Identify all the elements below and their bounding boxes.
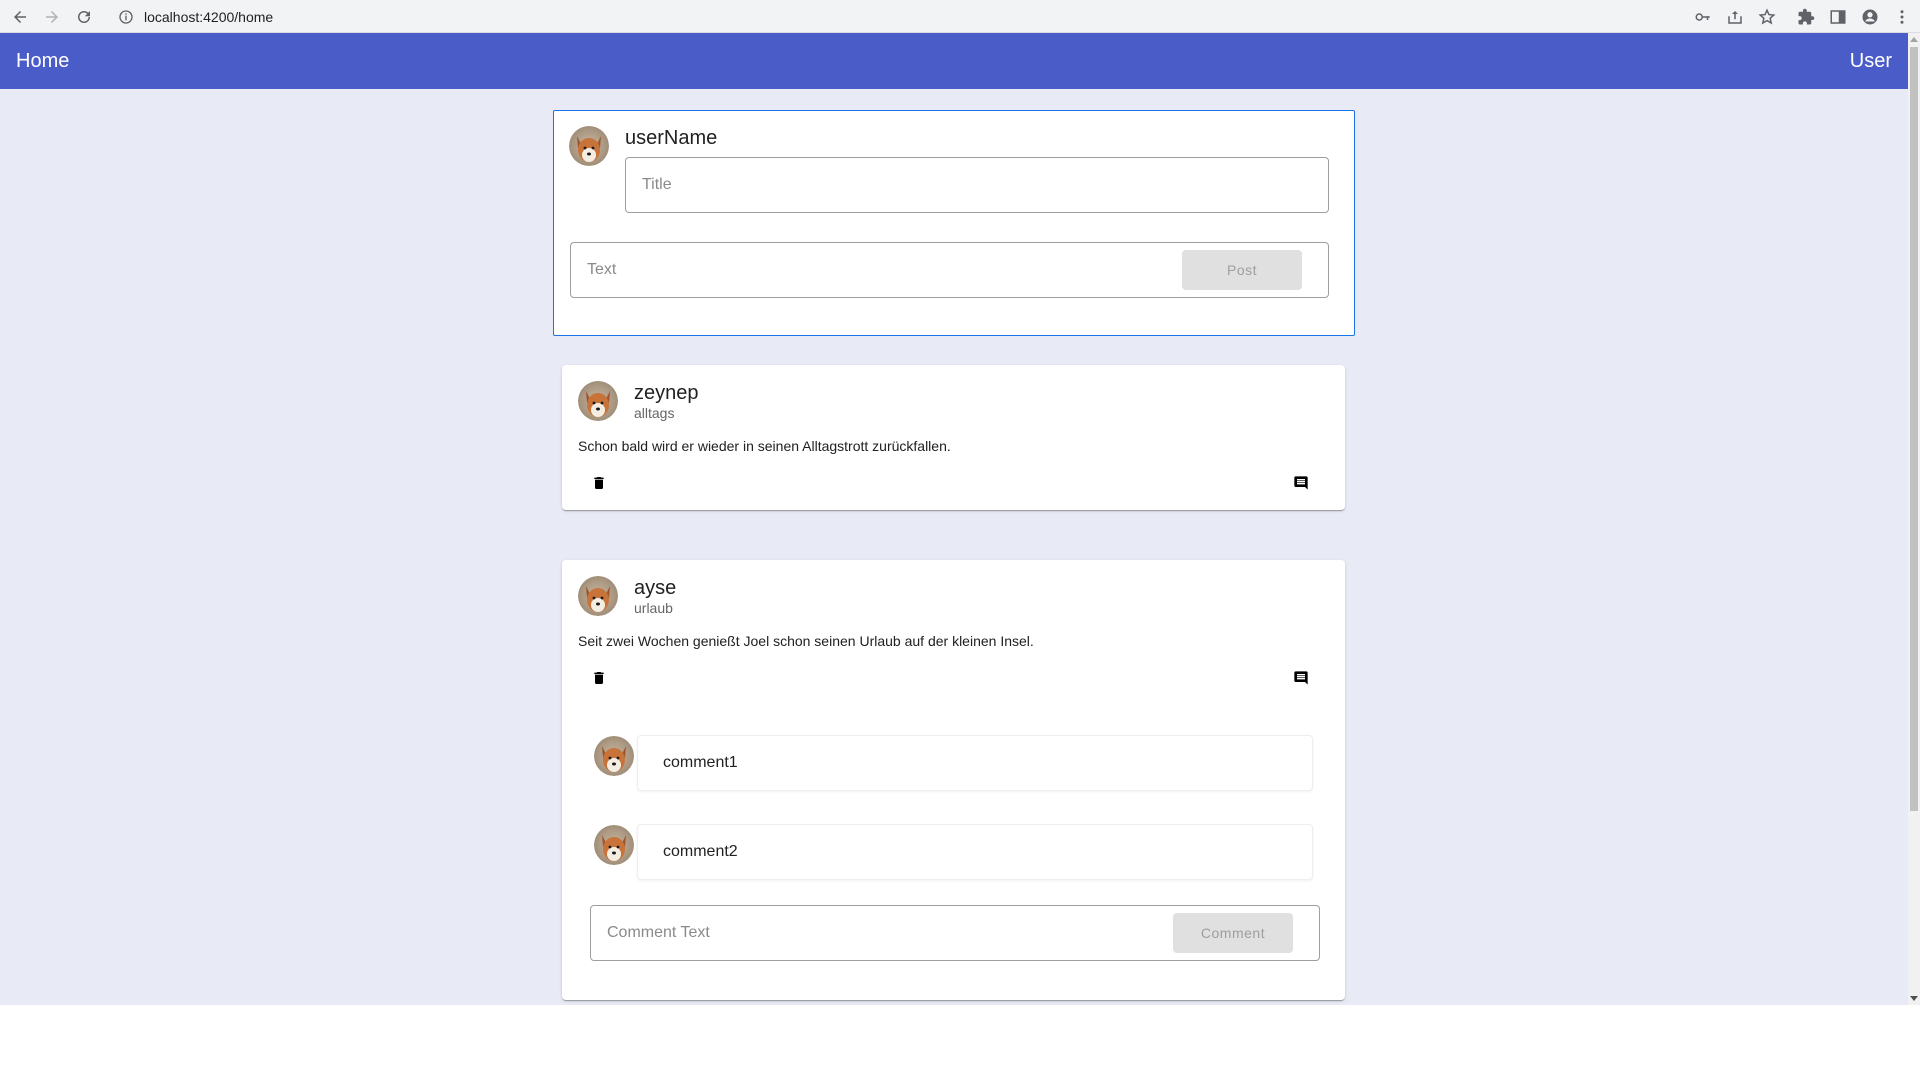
page-scrollbar[interactable] — [1908, 33, 1920, 1005]
app-toolbar: Home User — [0, 33, 1908, 89]
post-card: ayse urlaub Seit zwei Wochen genießt Joe… — [562, 560, 1345, 1000]
comment-icon[interactable] — [1289, 471, 1313, 495]
side-panel-icon[interactable] — [1826, 5, 1850, 29]
info-icon[interactable] — [118, 9, 134, 25]
reload-icon[interactable] — [72, 5, 96, 29]
comment-button[interactable]: Comment — [1173, 913, 1293, 953]
home-link[interactable]: Home — [16, 50, 69, 73]
title-placeholder: Title — [642, 176, 672, 193]
post-title: urlaub — [634, 600, 673, 616]
comment-item: comment1 — [637, 735, 1313, 791]
title-input[interactable]: Title — [625, 157, 1329, 213]
url-text: localhost:4200/home — [144, 8, 274, 25]
arrow-right-icon[interactable] — [40, 5, 64, 29]
scroll-up-arrow-icon[interactable] — [1910, 37, 1918, 42]
address-bar[interactable]: localhost:4200/home — [110, 3, 1670, 30]
post-user: ayse — [634, 577, 677, 599]
avatar — [569, 126, 609, 166]
arrow-left-icon[interactable] — [8, 5, 32, 29]
post-text: Schon bald wird er wieder in seinen Allt… — [578, 438, 951, 454]
new-post-user-name: userName — [625, 127, 718, 149]
post-button[interactable]: Post — [1182, 250, 1302, 290]
avatar — [578, 381, 618, 421]
kebab-menu-icon[interactable] — [1890, 5, 1914, 29]
scroll-down-arrow-icon[interactable] — [1910, 996, 1918, 1001]
trash-icon[interactable] — [587, 666, 611, 690]
star-icon[interactable] — [1755, 5, 1779, 29]
post-user: zeynep — [634, 382, 699, 404]
app-viewport: Home User userName Title Text Post zeyne… — [0, 33, 1908, 1005]
user-link[interactable]: User — [1850, 50, 1892, 73]
browser-toolbar: localhost:4200/home — [0, 0, 1920, 33]
avatar — [578, 576, 618, 616]
profile-icon[interactable] — [1858, 5, 1882, 29]
comment-icon[interactable] — [1289, 666, 1313, 690]
post-card: zeynep alltags Schon bald wird er wieder… — [562, 365, 1345, 510]
share-icon[interactable] — [1723, 5, 1747, 29]
puzzle-icon[interactable] — [1794, 5, 1818, 29]
comment-item: comment2 — [637, 824, 1313, 880]
comment-avatar — [594, 736, 634, 776]
comment-avatar — [594, 825, 634, 865]
post-title: alltags — [634, 405, 675, 421]
new-post-card: userName Title Text Post — [553, 110, 1355, 336]
trash-icon[interactable] — [587, 471, 611, 495]
blank-area — [0, 1005, 1920, 1080]
post-text: Seit zwei Wochen genießt Joel schon sein… — [578, 633, 1034, 649]
scrollbar-thumb[interactable] — [1910, 47, 1918, 811]
key-icon[interactable] — [1691, 5, 1715, 29]
